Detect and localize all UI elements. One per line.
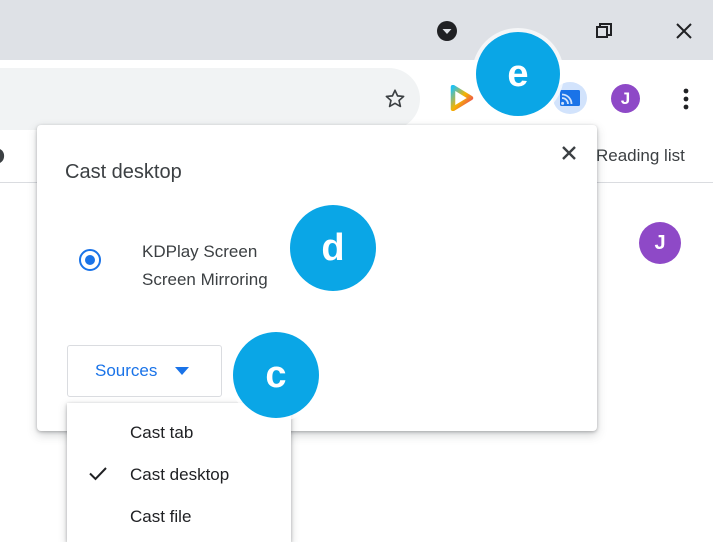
sink-name-line1: KDPlay Screen: [142, 242, 258, 261]
sink-radio-selected[interactable]: [79, 249, 101, 271]
cast-dialog-close-button[interactable]: [555, 139, 583, 167]
reading-list-button[interactable]: Reading list: [596, 146, 685, 166]
restore-window-button[interactable]: [587, 14, 621, 48]
menu-item-label: Cast tab: [130, 423, 194, 442]
sink-item[interactable]: KDPlay Screen Screen Mirroring: [142, 238, 268, 294]
bookmark-favicon[interactable]: [0, 146, 14, 166]
cast-icon: [560, 90, 580, 106]
close-icon: [562, 146, 576, 160]
kebab-menu-icon: [683, 88, 689, 110]
title-bar: [0, 0, 713, 60]
menu-item-cast-tab[interactable]: Cast tab: [67, 412, 291, 454]
tab-search-button[interactable]: [430, 14, 464, 48]
sources-button[interactable]: Sources: [67, 345, 222, 397]
bookmark-star-button[interactable]: [380, 84, 410, 114]
close-icon: [676, 23, 692, 39]
menu-item-label: Cast desktop: [130, 465, 230, 484]
chevron-down-circle-icon: [437, 21, 457, 41]
callout-badge-c: c: [233, 332, 319, 418]
callout-badge-e: e: [476, 32, 560, 116]
extension-play-button[interactable]: [446, 82, 478, 114]
sources-label: Sources: [95, 361, 158, 380]
cast-dialog-title: Cast desktop: [65, 161, 182, 183]
sources-menu: Cast tab Cast desktop Cast file: [67, 403, 291, 542]
menu-item-cast-desktop[interactable]: Cast desktop: [67, 454, 291, 496]
address-bar[interactable]: [0, 68, 420, 130]
profile-avatar[interactable]: J: [611, 84, 640, 113]
menu-item-cast-file[interactable]: Cast file: [67, 496, 291, 538]
page-avatar[interactable]: J: [639, 222, 681, 264]
close-window-button[interactable]: [667, 14, 701, 48]
caret-down-icon: [175, 367, 190, 375]
menu-button[interactable]: [674, 84, 698, 114]
menu-item-label: Cast file: [130, 507, 192, 526]
favicon-icon: [0, 149, 5, 163]
sink-name-line2: Screen Mirroring: [142, 270, 268, 289]
callout-badge-d: d: [290, 205, 376, 291]
star-outline-icon: [385, 89, 405, 108]
checkmark-icon: [87, 462, 109, 489]
restore-icon: [596, 23, 612, 38]
play-store-icon: [450, 85, 474, 111]
cast-button[interactable]: [553, 82, 587, 114]
